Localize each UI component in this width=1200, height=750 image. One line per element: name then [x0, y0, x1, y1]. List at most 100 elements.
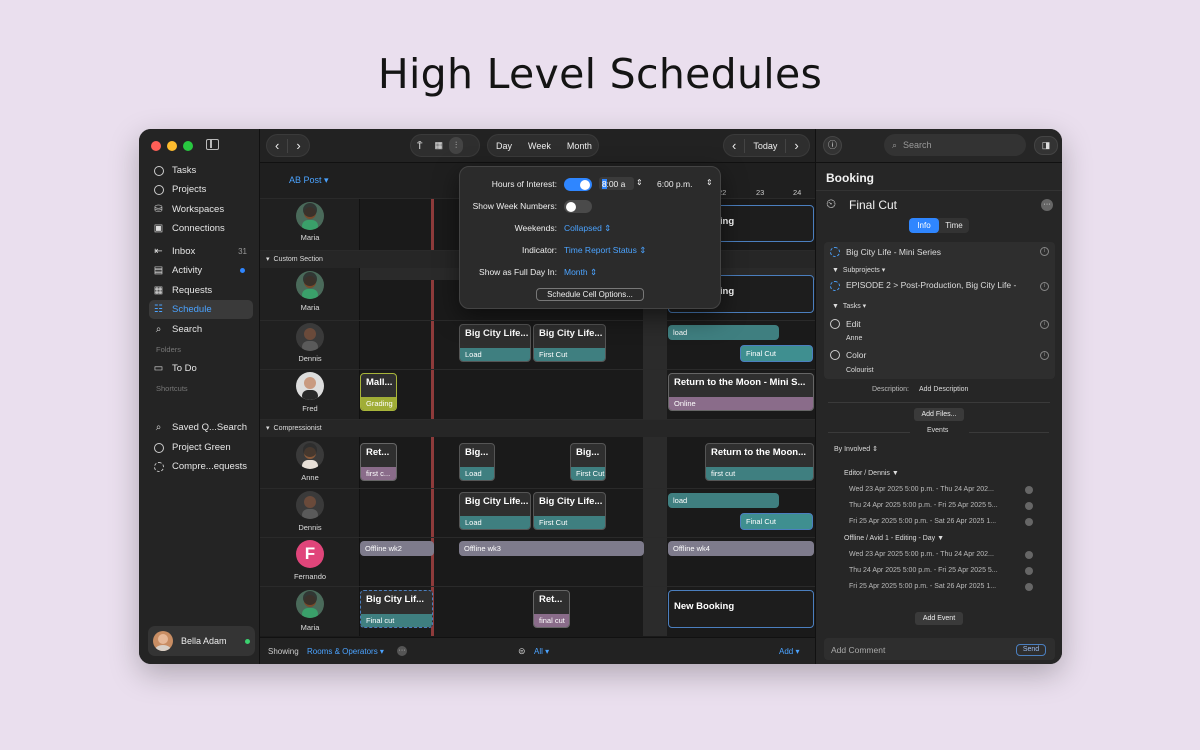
sidebar-toggle-icon[interactable] [206, 139, 219, 150]
booking-bar[interactable]: Final Cut [740, 345, 813, 362]
booking[interactable]: Big City Life... Load [459, 492, 531, 530]
info-icon[interactable]: i [1040, 247, 1049, 256]
filter-icon[interactable]: ⊜ [518, 646, 526, 657]
booking[interactable]: Big... Load [459, 443, 495, 481]
info-icon[interactable]: i [1040, 351, 1049, 360]
event-options-icon[interactable] [1025, 518, 1033, 526]
tasks-toggle[interactable]: ▼ Tasks ▾ [832, 302, 866, 310]
booking[interactable]: Return to the Moon - Mini S... Online [668, 373, 814, 411]
event-row[interactable]: Wed 23 Apr 2025 5:00 p.m. - Thu 24 Apr 2… [849, 486, 994, 493]
back-arrow-icon[interactable]: ‹ [267, 135, 287, 156]
event-options-icon[interactable] [1025, 551, 1033, 559]
hours-end-field[interactable]: 6:00 p.m. [657, 179, 692, 189]
booking[interactable]: Mall... Grading [360, 373, 397, 411]
event-options-icon[interactable] [1025, 583, 1033, 591]
sliders-icon[interactable]: ⫶ [449, 137, 464, 154]
event-options-icon[interactable] [1025, 486, 1033, 494]
sidebar-item-connections[interactable]: ▣ Connections [149, 219, 253, 238]
stepper-icon[interactable]: ⇕ [636, 178, 643, 187]
event-row[interactable]: Thu 24 Apr 2025 5:00 p.m. - Fri 25 Apr 2… [849, 502, 998, 509]
sidebar-right-icon[interactable]: ◨ [1034, 136, 1058, 155]
sidebar-item-tasks[interactable]: Tasks [149, 161, 253, 180]
booking-bar[interactable]: load [668, 325, 779, 340]
folder-todo[interactable]: ▭ To Do [149, 359, 253, 378]
user-account[interactable]: Bella Adam [148, 626, 255, 656]
booking[interactable]: Big City Life... First Cut [533, 324, 606, 362]
add-comment-input[interactable]: Add Comment [831, 645, 885, 655]
event-row[interactable]: Fri 25 Apr 2025 5:00 p.m. - Sat 26 Apr 2… [849, 583, 996, 590]
zoom-window-button[interactable] [183, 141, 193, 151]
booking-bar[interactable]: Offline wk4 [668, 541, 814, 556]
sidebar-item-workspaces[interactable]: ⛁ Workspaces [149, 200, 253, 219]
booking[interactable]: Ret... final cut [533, 590, 570, 628]
event-row[interactable]: Fri 25 Apr 2025 5:00 p.m. - Sat 26 Apr 2… [849, 518, 996, 525]
event-options-icon[interactable] [1025, 502, 1033, 510]
event-group-editor[interactable]: Editor / Dennis ▼ [844, 470, 899, 477]
sidebar-item-inbox[interactable]: ⇤ Inbox 31 [149, 242, 253, 261]
sidebar-item-activity[interactable]: ▤ Activity [149, 261, 253, 280]
event-row[interactable]: Thu 24 Apr 2025 5:00 p.m. - Fri 25 Apr 2… [849, 567, 998, 574]
tab-time[interactable]: Time [939, 218, 969, 233]
booking[interactable]: Big... First Cut [570, 443, 606, 481]
circle-icon[interactable] [830, 319, 840, 329]
event-group-offline[interactable]: Offline / Avid 1 - Editing - Day ▼ [844, 535, 944, 542]
calendar-icon[interactable]: ▦ [429, 135, 450, 156]
section-header[interactable]: ▾ Compressionist [260, 419, 815, 437]
search-input[interactable]: ⌕ Search [884, 134, 1026, 156]
booking-new[interactable]: New Booking [668, 590, 814, 628]
previous-period-icon[interactable]: ‹ [724, 135, 744, 156]
sidebar-item-projects[interactable]: Projects [149, 180, 253, 199]
booking-bar[interactable]: Offline wk3 [459, 541, 644, 556]
add-dropdown[interactable]: Add ▾ [779, 647, 799, 656]
send-button[interactable]: Send [1016, 644, 1046, 656]
week-numbers-toggle[interactable] [564, 200, 592, 213]
subprojects-toggle[interactable]: ▼ Subprojects ▾ [832, 266, 885, 274]
next-period-icon[interactable]: › [786, 135, 806, 156]
booking-bar[interactable]: load [668, 493, 779, 508]
task-color[interactable]: Color [846, 350, 866, 360]
add-event-button[interactable]: Add Event [915, 612, 963, 625]
booking[interactable]: Big City Life... First Cut [533, 492, 606, 530]
booking[interactable]: Big City Lif... Final cut [360, 590, 433, 628]
booking[interactable]: Ret... first c... [360, 443, 397, 481]
description-input[interactable]: Add Description [919, 386, 968, 393]
event-row[interactable]: Wed 23 Apr 2025 5:00 p.m. - Thu 24 Apr 2… [849, 551, 994, 558]
sidebar-item-search[interactable]: ⌕ Search [149, 320, 253, 339]
shortcut-compressionist-requests[interactable]: Compre...equests [149, 457, 253, 476]
more-options-icon[interactable]: ··· [1041, 199, 1053, 211]
booking-bar[interactable]: Offline wk2 [360, 541, 434, 556]
sidebar-item-schedule[interactable]: ☷ Schedule [149, 300, 253, 319]
stepper-icon[interactable]: ⇕ [706, 178, 713, 187]
sidebar-item-requests[interactable]: ▦ Requests [149, 281, 253, 300]
resource-filter-dropdown[interactable]: AB Post ▾ [289, 175, 329, 186]
booking[interactable]: Return to the Moon... first cut [705, 443, 814, 481]
task-edit[interactable]: Edit [846, 319, 861, 329]
hours-toggle[interactable] [564, 178, 592, 191]
shortcut-project-green[interactable]: Project Green [149, 438, 253, 457]
more-icon[interactable]: ··· [397, 646, 407, 656]
episode-link[interactable]: EPISODE 2 > Post-Production, Big City Li… [846, 280, 1036, 290]
info-icon[interactable]: i [1040, 282, 1049, 291]
project-link[interactable]: Big City Life - Mini Series [846, 247, 941, 257]
info-icon[interactable]: i [1040, 320, 1049, 329]
today-button[interactable]: Today [745, 135, 785, 156]
tab-info[interactable]: Info [909, 218, 939, 233]
booking[interactable]: Big City Life... Load [459, 324, 531, 362]
forward-arrow-icon[interactable]: › [288, 135, 308, 156]
minimize-window-button[interactable] [167, 141, 177, 151]
schedule-cell-options-button[interactable]: Schedule Cell Options... [536, 288, 644, 301]
shortcut-saved-search[interactable]: ⌕ Saved Q...Search [149, 418, 253, 437]
all-filter-dropdown[interactable]: All ▾ [534, 647, 549, 656]
circle-icon[interactable] [830, 350, 840, 360]
event-options-icon[interactable] [1025, 567, 1033, 575]
add-files-button[interactable]: Add Files... [914, 408, 964, 421]
view-week-tab[interactable]: Week [520, 135, 559, 156]
indicator-dropdown[interactable]: Time Report Status ⇕ [564, 245, 646, 256]
text-format-icon[interactable]: Ť [411, 135, 429, 156]
close-window-button[interactable] [151, 141, 161, 151]
rooms-operators-dropdown[interactable]: Rooms & Operators ▾ [307, 647, 384, 656]
fullday-dropdown[interactable]: Month ⇕ [564, 267, 597, 278]
view-day-tab[interactable]: Day [488, 135, 520, 156]
view-month-tab[interactable]: Month [559, 135, 600, 156]
booking-bar[interactable]: Final Cut [740, 513, 813, 530]
